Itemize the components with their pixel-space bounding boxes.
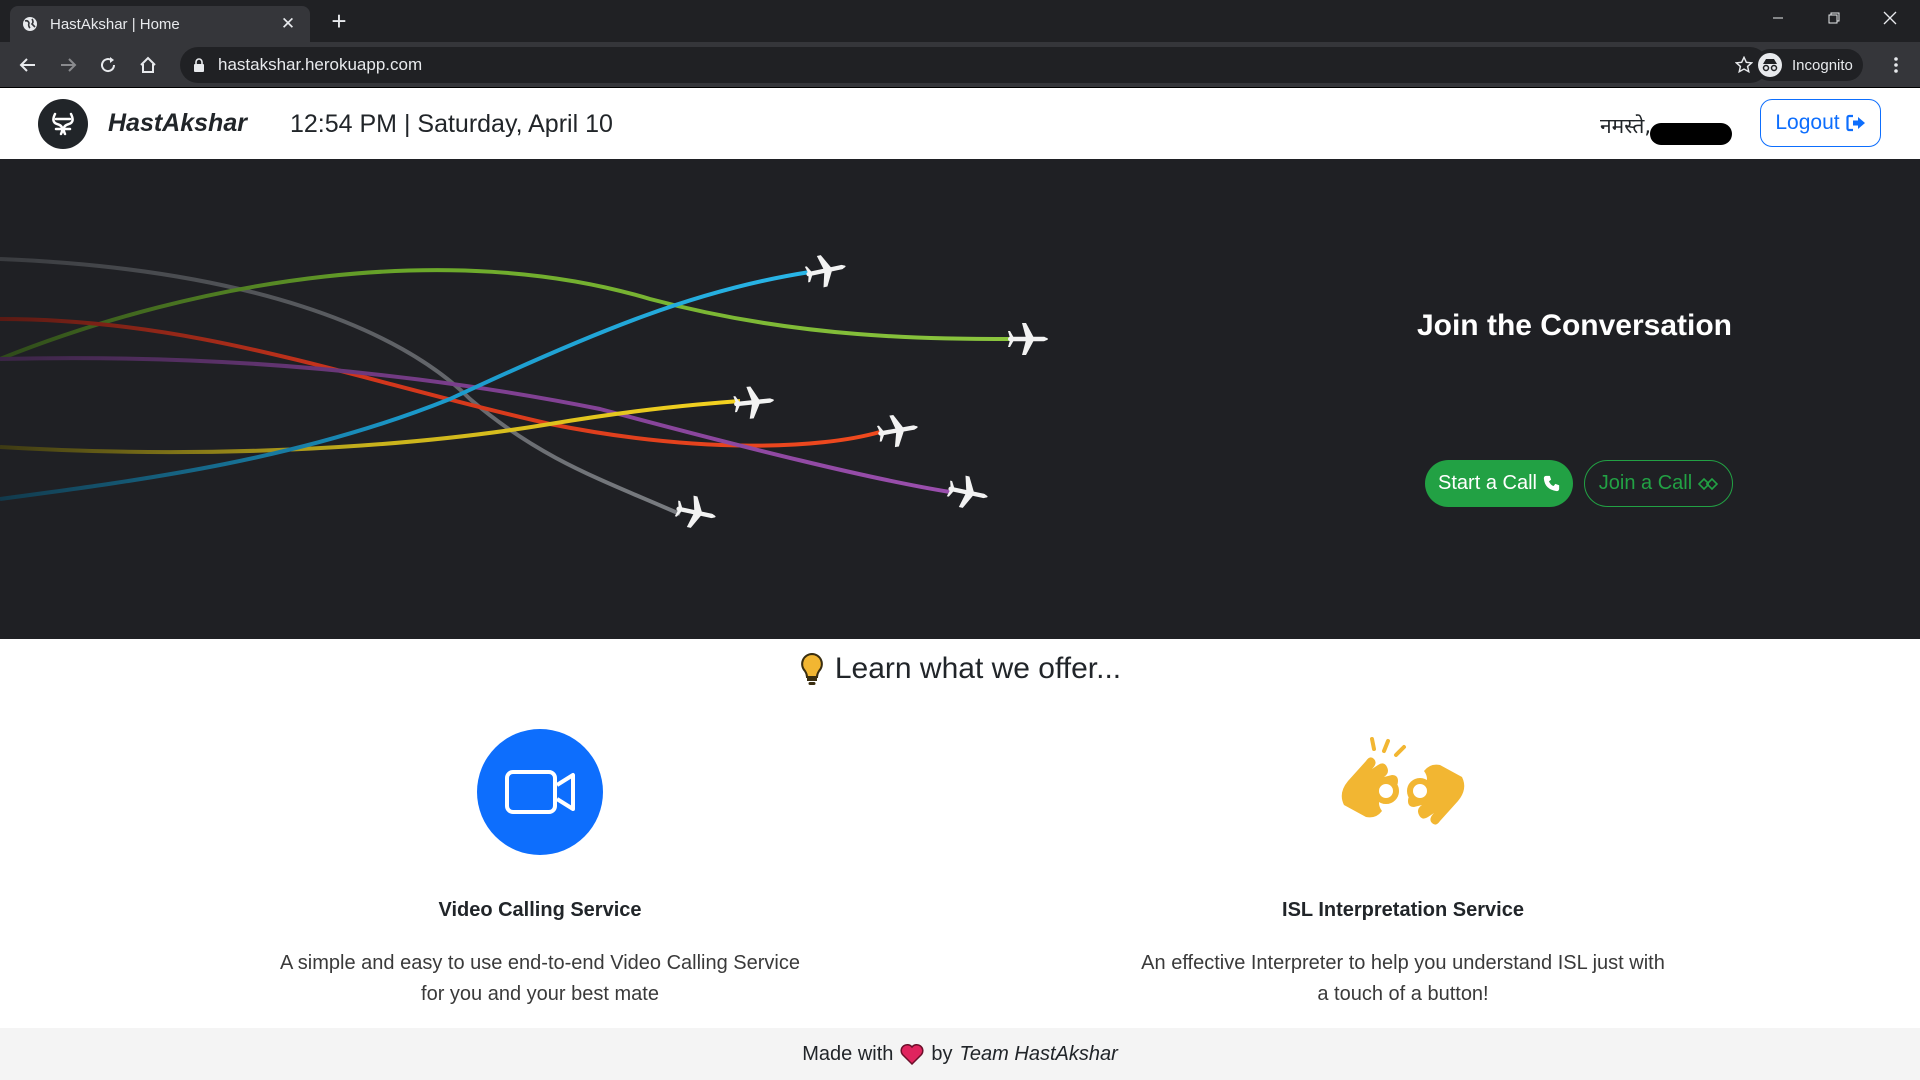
lightbulb-icon: [800, 652, 823, 685]
footer-middle: by: [931, 1042, 953, 1065]
offers-heading-text: Learn what we offer...: [834, 652, 1122, 685]
hero-section: Join the Conversation Start a Call Join …: [0, 159, 1920, 639]
minimize-icon: [1773, 17, 1783, 19]
feature-title: ISL Interpretation Service: [1282, 899, 1524, 921]
restore-icon: [1828, 12, 1840, 24]
footer-team: Team HastAkshar: [959, 1042, 1118, 1065]
url-text: hastakshar.herokuapp.com: [218, 55, 423, 74]
restore-button[interactable]: [1806, 0, 1862, 36]
browser-tab[interactable]: HastAkshar | Home ✕: [10, 6, 310, 42]
more-vertical-icon: [1894, 57, 1898, 73]
clock-display: 12:54 PM | Saturday, April 10: [290, 110, 613, 138]
phone-icon: [1543, 475, 1560, 492]
hero-title: Join the Conversation: [1416, 309, 1732, 342]
heart-icon: [900, 1043, 924, 1065]
back-button[interactable]: [12, 49, 44, 81]
logout-button[interactable]: Logout: [1760, 99, 1881, 147]
feature-description: A simple and easy to use end-to-end Vide…: [280, 952, 800, 1005]
offers-heading: Learn what we offer...: [0, 652, 1920, 686]
video-camera-icon: [477, 729, 603, 855]
sign-language-icon: [1341, 737, 1465, 825]
forward-button[interactable]: [52, 49, 84, 81]
reload-icon: [101, 57, 116, 73]
home-icon: [140, 56, 156, 73]
close-icon: [1883, 11, 1897, 25]
browser-menu-button[interactable]: [1880, 49, 1912, 81]
browser-tab-strip: HastAkshar | Home ✕ +: [0, 0, 1920, 42]
brand-name[interactable]: HastAkshar: [108, 109, 247, 138]
start-call-button[interactable]: Start a Call: [1425, 460, 1573, 507]
flight-paths-illustration: [0, 250, 1048, 533]
brand-logo-icon[interactable]: [38, 99, 88, 149]
site-navbar: HastAkshar 12:54 PM | Saturday, April 10…: [0, 89, 1920, 159]
arrow-left-icon: [19, 58, 35, 72]
incognito-label: Incognito: [1792, 56, 1853, 74]
lock-icon: [194, 58, 204, 72]
join-call-label: Join a Call: [1598, 472, 1693, 494]
logout-label: Logout: [1775, 111, 1840, 134]
handshake-icon: [1698, 477, 1719, 490]
incognito-icon: [1758, 53, 1782, 77]
greeting-text: नमस्ते,: [1600, 114, 1652, 138]
sign-out-icon: [1846, 114, 1865, 132]
home-button[interactable]: [132, 49, 164, 81]
tab-title: HastAkshar | Home: [50, 15, 180, 33]
arrow-right-icon: [61, 58, 77, 72]
globe-icon: [23, 17, 37, 31]
feature-video-calling: Video Calling Service A simple and easy …: [190, 727, 890, 1010]
footer-prefix: Made with: [802, 1042, 894, 1065]
tab-close-icon[interactable]: ✕: [278, 14, 298, 34]
feature-title: Video Calling Service: [438, 899, 642, 921]
feature-isl-interpretation: ISL Interpretation Service An effective …: [1053, 727, 1753, 1010]
address-bar[interactable]: hastakshar.herokuapp.com: [180, 47, 1768, 83]
start-call-label: Start a Call: [1438, 472, 1537, 494]
browser-toolbar: hastakshar.herokuapp.com Incognito: [0, 42, 1920, 88]
reload-button[interactable]: [92, 49, 124, 81]
incognito-indicator[interactable]: Incognito: [1754, 49, 1863, 81]
close-window-button[interactable]: [1862, 0, 1918, 36]
new-tab-button[interactable]: +: [324, 6, 354, 36]
join-call-button[interactable]: Join a Call: [1584, 460, 1733, 507]
site-footer: Made with by Team HastAkshar: [0, 1028, 1920, 1080]
minimize-button[interactable]: [1750, 0, 1806, 36]
redacted-username: [1650, 123, 1732, 145]
feature-description: An effective Interpreter to help you und…: [1141, 952, 1665, 1005]
